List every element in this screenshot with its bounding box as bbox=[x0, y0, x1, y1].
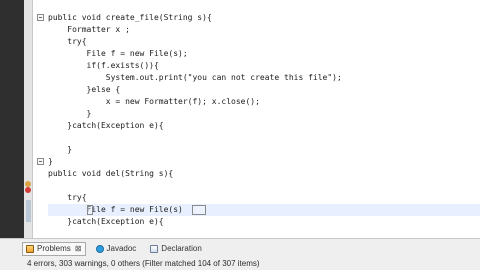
problems-summary: 4 errors, 303 warnings, 0 others (Filter… bbox=[27, 259, 260, 268]
code-editor[interactable]: public void create_file(String s){ Forma… bbox=[48, 0, 480, 238]
code-line: } bbox=[48, 157, 53, 166]
eclipse-window: public void create_file(String s){ Forma… bbox=[0, 0, 480, 270]
tab-javadoc-label: Javadoc bbox=[106, 244, 137, 253]
code-line: if(f.exists()){ bbox=[48, 61, 159, 70]
code-line: public void del(String s){ bbox=[48, 169, 174, 178]
code-line: System.out.print("you can not create thi… bbox=[48, 73, 342, 82]
tab-problems[interactable]: Problems ⊠ bbox=[22, 241, 86, 256]
code-line: File f = new File(s); bbox=[48, 49, 188, 58]
declaration-icon bbox=[150, 244, 159, 253]
code-line: }catch(Exception e){ bbox=[48, 217, 164, 226]
tab-problems-label: Problems bbox=[37, 244, 71, 253]
tab-javadoc[interactable]: Javadoc bbox=[92, 242, 141, 256]
current-code-line[interactable]: File f = new File(s) bbox=[48, 204, 480, 216]
collapse-method-icon[interactable] bbox=[37, 158, 44, 165]
bottom-tabbar: Problems ⊠ Javadoc Declaration bbox=[22, 241, 206, 256]
left-dark-gutter bbox=[0, 0, 24, 238]
code-line: try{ bbox=[48, 37, 87, 46]
code-line: x = new Formatter(f); x.close(); bbox=[48, 97, 260, 106]
code-line: } bbox=[48, 145, 73, 154]
code-line: try{ bbox=[48, 193, 87, 202]
matching-bracket-highlight bbox=[87, 205, 93, 215]
javadoc-icon bbox=[95, 244, 104, 253]
code-line: public void create_file(String s){ bbox=[48, 13, 212, 22]
code-line: } bbox=[48, 109, 92, 118]
close-icon[interactable]: ⊠ bbox=[74, 244, 82, 253]
overview-ruler-marker[interactable] bbox=[26, 200, 31, 222]
collapse-method-icon[interactable] bbox=[37, 14, 44, 21]
selection-highlight bbox=[192, 205, 206, 215]
tab-declaration[interactable]: Declaration bbox=[146, 242, 205, 256]
problems-icon bbox=[26, 244, 34, 253]
code-line: }catch(Exception e){ bbox=[48, 121, 164, 130]
code-line: Formatter x ; bbox=[48, 25, 130, 34]
code-line: }else { bbox=[48, 85, 121, 94]
tab-declaration-label: Declaration bbox=[161, 244, 202, 253]
error-marker-icon[interactable] bbox=[25, 187, 31, 193]
